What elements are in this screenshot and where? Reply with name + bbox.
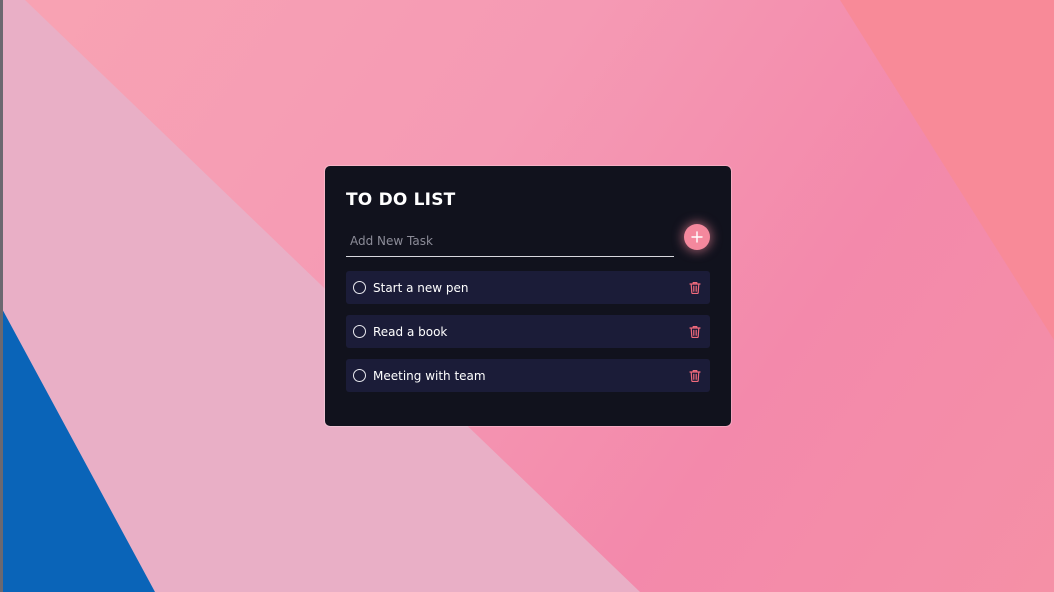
trash-icon	[689, 282, 701, 294]
task-checkbox[interactable]	[353, 325, 366, 338]
page-background: TO DO LIST Start a new pen	[0, 0, 1054, 592]
task-item: Read a book	[346, 315, 710, 348]
task-item: Start a new pen	[346, 271, 710, 304]
task-label: Read a book	[373, 324, 448, 339]
task-label: Start a new pen	[373, 280, 469, 295]
delete-task-button[interactable]	[687, 368, 703, 384]
trash-icon	[689, 326, 701, 338]
task-label: Meeting with team	[373, 368, 486, 383]
delete-task-button[interactable]	[687, 324, 703, 340]
plus-icon	[691, 231, 703, 243]
task-checkbox[interactable]	[353, 281, 366, 294]
task-list: Start a new pen Read a book Meeting with…	[346, 271, 710, 403]
add-task-button[interactable]	[684, 224, 710, 250]
task-checkbox[interactable]	[353, 369, 366, 382]
trash-icon	[689, 370, 701, 382]
bg-coral-band	[840, 0, 1054, 340]
todo-card: TO DO LIST Start a new pen	[325, 166, 731, 426]
bg-left-edge	[0, 0, 3, 592]
page-title: TO DO LIST	[346, 190, 456, 210]
task-item: Meeting with team	[346, 359, 710, 392]
delete-task-button[interactable]	[687, 280, 703, 296]
new-task-input[interactable]	[346, 226, 674, 257]
add-task-row	[346, 224, 710, 262]
